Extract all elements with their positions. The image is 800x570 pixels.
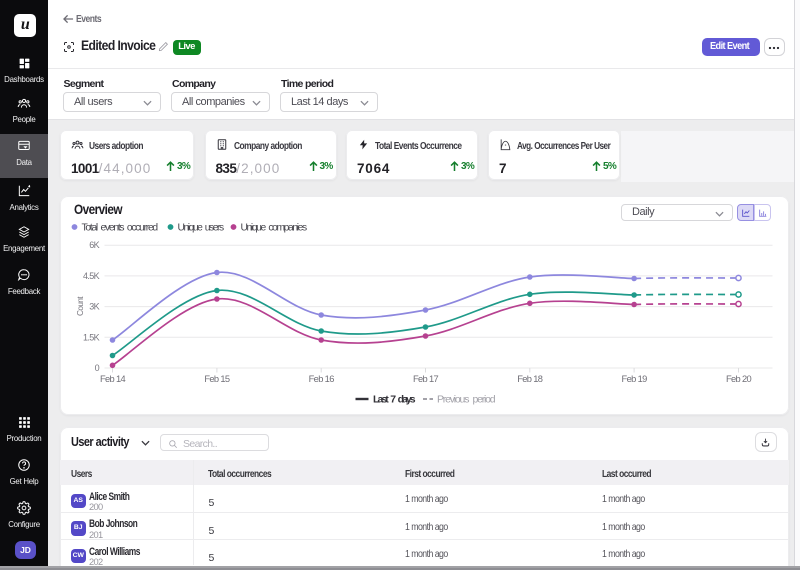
svg-text:3K: 3K [89,302,99,312]
svg-text:1.5K: 1.5K [83,332,100,342]
svg-text:Feb 17: Feb 17 [412,374,438,384]
svg-text:Last 7 days: Last 7 days [373,394,416,406]
svg-text:4.5K: 4.5K [83,271,100,281]
svg-text:Feb 14: Feb 14 [99,374,125,384]
svg-text:6K: 6K [89,240,99,250]
svg-text:Count: Count [75,296,85,316]
svg-text:Previous period: Previous period [437,394,496,406]
svg-text:Feb 18: Feb 18 [517,374,543,384]
svg-text:0: 0 [94,363,99,373]
svg-text:Feb 20: Feb 20 [725,374,751,384]
svg-text:Feb 15: Feb 15 [204,374,230,384]
svg-text:Feb 16: Feb 16 [308,374,334,384]
svg-text:Feb 19: Feb 19 [621,374,647,384]
